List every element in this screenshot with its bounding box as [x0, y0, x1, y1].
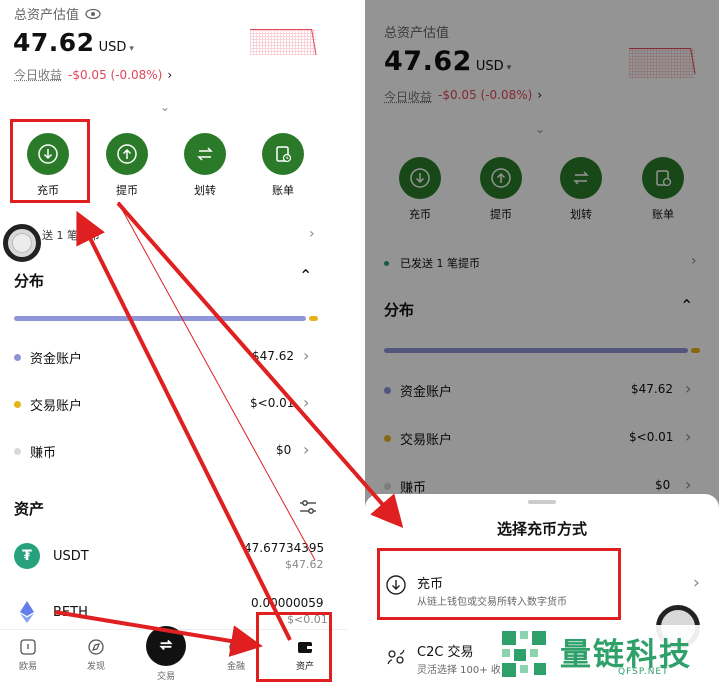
qr-logo-icon	[502, 631, 546, 677]
thin-guide-line	[117, 201, 316, 561]
arrow-to-sheet	[116, 201, 404, 529]
annotation-arrows	[54, 201, 404, 657]
watermark-domain: QFSP.NET	[618, 667, 669, 677]
arrow-to-assets-tab	[54, 610, 263, 657]
watermark-logo: 量链科技 QFSP.NET	[500, 625, 719, 684]
